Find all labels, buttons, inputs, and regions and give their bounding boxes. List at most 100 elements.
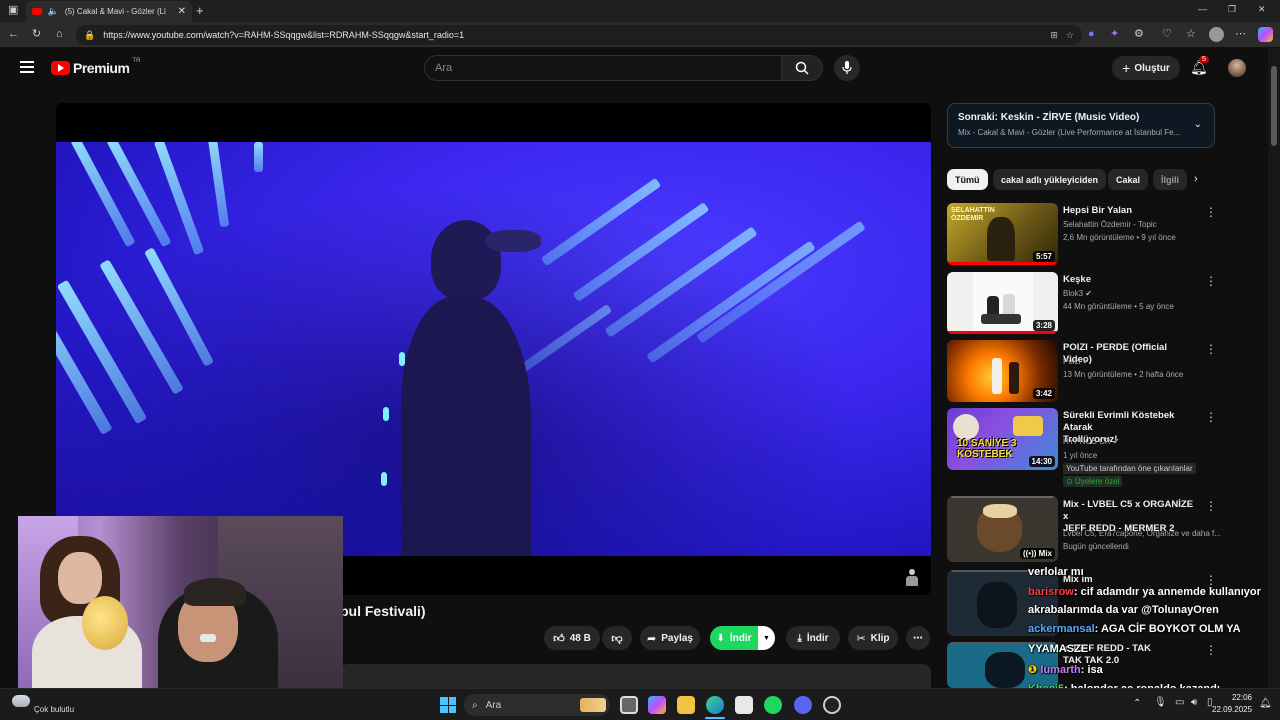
recommendation-item[interactable]: SELAHATTİN ÖZDEMİR 5:57 Hepsi Bir Yalan … (947, 203, 1217, 267)
taskbar-search[interactable]: ⌕ Ara (464, 694, 610, 716)
microsoft-store-icon[interactable] (735, 696, 753, 714)
chip-uploader[interactable]: cakal adlı yükleyiciden (993, 169, 1107, 190)
volume-icon[interactable]: 🔊︎ (1191, 697, 1197, 708)
weather-label[interactable]: Çok bulutlu (34, 705, 74, 714)
more-options-icon[interactable]: ⋮ (1205, 410, 1217, 424)
like-button[interactable]: 👍︎ 48 B (544, 626, 600, 650)
restore-icon[interactable]: ❐ (1228, 5, 1236, 14)
copilot-icon[interactable] (1258, 27, 1273, 42)
watch-progress-bar (947, 331, 1058, 334)
windows-taskbar: Çok bulutlu ⌕ Ara ⌃ 🎙︎ ▭ 🔊︎ ▯ 22:06 22.0… (0, 688, 1280, 720)
account-avatar[interactable] (1228, 59, 1246, 77)
edge-browser-icon[interactable] (706, 696, 724, 714)
url-text: https://www.youtube.com/watch?v=RAHM-SSq… (103, 30, 465, 40)
search-button[interactable] (781, 55, 823, 81)
recommendation-thumbnail[interactable]: SELAHATTİN ÖZDEMİR 5:57 (947, 203, 1058, 265)
task-view-icon[interactable] (620, 696, 638, 714)
more-menu-icon[interactable]: ⋯ (1235, 29, 1246, 40)
close-tab-icon[interactable]: ✕ (178, 6, 186, 17)
recommendation-thumbnail[interactable]: 3:42 (947, 340, 1058, 402)
file-explorer-icon[interactable] (677, 696, 695, 714)
copilot-taskbar-icon[interactable] (648, 696, 666, 714)
recommendation-thumbnail[interactable]: 10 SANİYE 3 KÖSTEBEK 14:30 (947, 408, 1058, 470)
download-options-dropdown[interactable]: ▼ (758, 626, 775, 650)
site-info-icon[interactable]: 🔒 (84, 30, 95, 41)
home-icon[interactable]: ⌂ (56, 29, 63, 40)
network-icon[interactable]: ▭ (1175, 697, 1184, 708)
back-icon[interactable]: ← (8, 29, 19, 40)
weather-cloud-icon[interactable] (12, 695, 30, 707)
extensions-icon[interactable]: ⚙ (1134, 29, 1144, 40)
more-options-icon[interactable]: ⋮ (1205, 573, 1217, 587)
download-button[interactable]: ⤓ İndir (786, 626, 840, 650)
recommendation-item[interactable]: 3:28 Keşke Blok3 ✔ 44 Mn görüntüleme • 5… (947, 272, 1217, 336)
members-icon: ⊙ (1066, 477, 1073, 486)
show-hidden-icons-chevron-icon[interactable]: ⌃ (1133, 698, 1141, 709)
youtube-favicon-icon (32, 8, 42, 15)
recommendation-thumbnail[interactable]: ((•)) Mix (947, 496, 1058, 562)
more-options-icon[interactable]: ⋮ (1205, 274, 1217, 288)
download-primary-button[interactable]: ⬇ İndir (710, 626, 758, 650)
close-window-icon[interactable]: ✕ (1258, 5, 1266, 14)
discord-icon[interactable] (794, 696, 812, 714)
chip-related[interactable]: İlgili (1153, 169, 1187, 190)
favorites-icon[interactable]: ☆ (1186, 29, 1196, 40)
more-options-icon[interactable]: ⋮ (1205, 205, 1217, 219)
create-button[interactable]: + Oluştur (1112, 56, 1180, 80)
notifications-button[interactable]: 🔔︎ 5 (1190, 56, 1209, 77)
more-horizontal-icon: ⋯ (913, 632, 923, 644)
minimize-icon[interactable]: — (1198, 5, 1207, 14)
more-options-icon[interactable]: ⋮ (1205, 342, 1217, 356)
channel-watermark-icon[interactable] (905, 569, 919, 587)
clock-time[interactable]: 22:06 (1226, 693, 1252, 702)
recommendation-thumbnail[interactable]: 3:28 (947, 272, 1058, 334)
more-options-icon[interactable]: ⋮ (1205, 499, 1217, 513)
recommendation-item[interactable]: ((•)) Mix Mix - LVBEL C5 x ORGANİZE x JE… (947, 496, 1221, 564)
notifications-tray-icon[interactable]: 🔔︎ (1259, 698, 1272, 709)
tab-actions-icon[interactable]: ▣ (8, 5, 18, 16)
share-button[interactable]: ➦ Paylaş (640, 626, 700, 650)
windows-start-icon[interactable] (440, 697, 456, 713)
split-screen-icon[interactable]: ⊞ (1050, 30, 1058, 41)
hamburger-menu-icon[interactable] (20, 61, 34, 73)
chips-next-chevron-icon[interactable]: › (1194, 173, 1198, 185)
new-tab-icon[interactable]: + (196, 4, 204, 17)
extension-icon[interactable]: ● (1088, 29, 1095, 40)
search-input[interactable]: Ara (424, 55, 782, 81)
video-duration: 3:42 (1032, 388, 1055, 399)
recommendation-meta: 44 Mn görüntüleme • 5 ay önce (1063, 302, 1174, 311)
profile-avatar[interactable] (1209, 27, 1224, 42)
recommendation-item[interactable]: 10 SANİYE 3 KÖSTEBEK 14:30 Sürekli Evrim… (947, 408, 1217, 492)
up-next-panel[interactable]: Sonraki: Keskin - ZİRVE (Music Video) Mi… (947, 103, 1215, 148)
chip-cakal[interactable]: Cakal (1108, 169, 1149, 190)
chat-message: ❶ lumarth: isa (1028, 664, 1103, 676)
youtube-premium-logo[interactable]: Premium TR (51, 58, 140, 76)
dislike-button[interactable]: 👎︎ (602, 626, 632, 650)
spotify-icon[interactable] (764, 696, 782, 714)
more-options-icon[interactable]: ⋮ (1205, 643, 1217, 657)
description-box[interactable] (340, 664, 931, 688)
more-actions-button[interactable]: ⋯ (906, 626, 930, 650)
obs-studio-icon[interactable] (823, 696, 841, 714)
refresh-icon[interactable]: ↻ (32, 29, 41, 40)
favorite-star-icon[interactable]: ☆ (1066, 30, 1074, 41)
chip-all[interactable]: Tümü (947, 169, 988, 190)
recommendation-meta: Bugün güncellendi (1063, 542, 1129, 551)
url-field[interactable]: 🔒 https://www.youtube.com/watch?v=RAHM-S… (76, 25, 1082, 45)
microphone-tray-icon[interactable]: 🎙︎ (1154, 697, 1167, 708)
voice-search-button[interactable] (834, 55, 860, 81)
recommendation-item[interactable]: 3:42 POIZI - PERDE (Official Video) Poiz… (947, 340, 1217, 404)
video-duration: 5:57 (1032, 251, 1055, 262)
browser-tab[interactable]: 🔈 (5) Cakal & Mavi - Gözler (Li ✕ (26, 1, 192, 22)
search-icon (795, 61, 809, 75)
clock-date[interactable]: 22.09.2025 (1212, 705, 1252, 714)
chat-username: barisrow (1028, 586, 1074, 598)
mute-icon[interactable]: 🔈 (48, 6, 59, 17)
expand-chevron-icon[interactable]: ⌄ (1194, 119, 1202, 130)
filter-chips: Tümü cakal adlı yükleyiciden Cakal İlgil… (947, 169, 1209, 191)
page-scrollbar[interactable] (1268, 48, 1280, 688)
recommendation-channel: Blok3 ✔ (1063, 289, 1092, 298)
extension-puzzle-icon[interactable]: ✦ (1110, 29, 1119, 40)
browser-essentials-icon[interactable]: ♡ (1162, 29, 1172, 40)
clip-button[interactable]: ✂ Klip (848, 626, 898, 650)
